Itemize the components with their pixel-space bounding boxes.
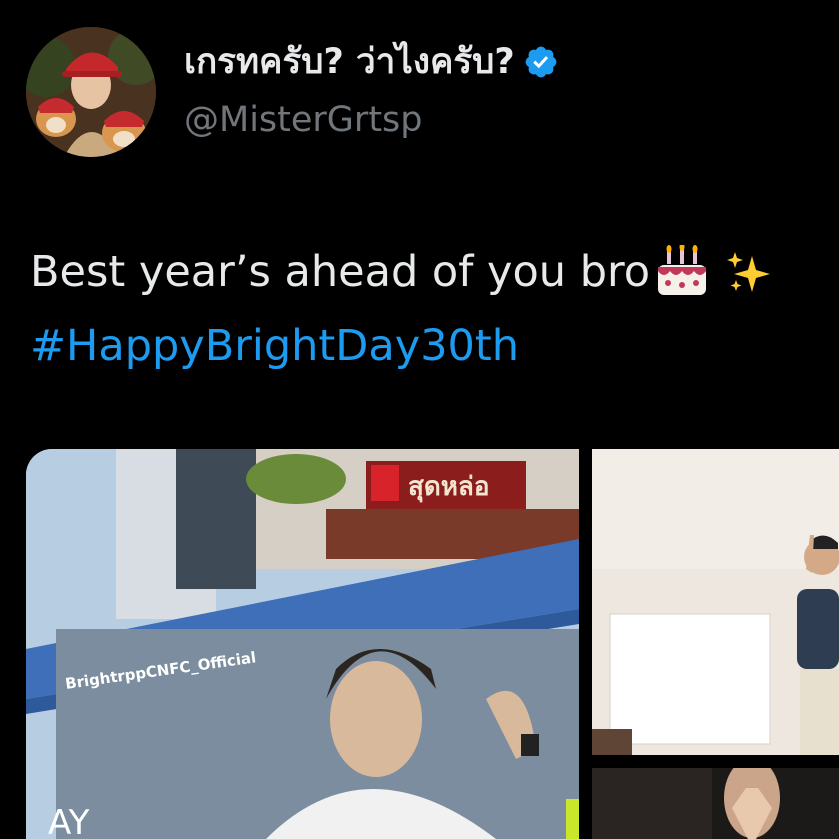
avatar-image [26,27,156,157]
verified-badge-icon [523,44,559,80]
media-image-side-top[interactable] [592,449,839,755]
display-name[interactable]: เกรทครับ? ว่าไงครับ? [184,44,515,80]
tweet-body: Best year’s ahead of you bro [30,247,651,298]
sign-text: สุดหล่อ [408,472,489,503]
display-name-row[interactable]: เกรทครับ? ว่าไงครับ? [184,44,559,80]
avatar[interactable] [26,27,156,157]
hashtag-link[interactable]: #HappyBrightDay30th [30,321,519,373]
media-image-side-bottom[interactable] [592,768,839,839]
billboard-partial-text: AY [48,803,90,839]
sparkles-icon [710,250,772,296]
media-grid: สุดหล่อ BrightrppCNFC_Official AY [26,449,839,839]
media-image-billboard[interactable]: สุดหล่อ BrightrppCNFC_Official AY [26,449,579,839]
user-handle[interactable]: @MisterGrtsp [184,103,423,138]
birthday-cake-icon [650,245,710,301]
tweet-text: Best year’s ahead of you bro [30,245,772,301]
